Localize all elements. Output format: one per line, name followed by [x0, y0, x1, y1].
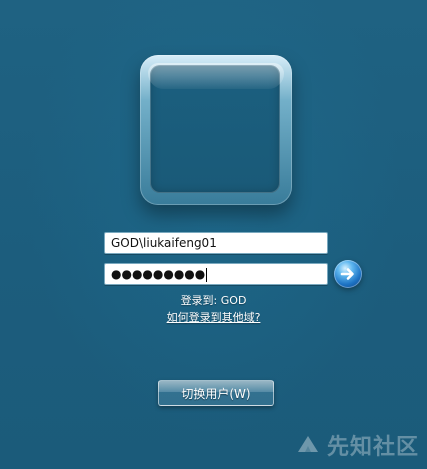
user-avatar	[150, 65, 280, 193]
login-to-text: 登录到: GOD	[180, 294, 247, 307]
switch-user-label: 切换用户(W)	[181, 386, 251, 401]
password-mask: ●●●●●●●●●	[111, 267, 206, 281]
switch-user-button[interactable]: 切换用户(W)	[158, 380, 274, 406]
submit-button[interactable]	[334, 260, 362, 288]
username-field[interactable]: GOD\liukaifeng01	[104, 232, 328, 254]
arrow-right-circle-icon	[339, 265, 357, 283]
text-caret	[206, 268, 208, 282]
other-domain-link[interactable]: 如何登录到其他域?	[0, 309, 427, 325]
username-value: GOD\liukaifeng01	[111, 236, 217, 250]
password-field[interactable]: ●●●●●●●●●	[104, 263, 328, 285]
user-avatar-frame	[140, 55, 292, 205]
